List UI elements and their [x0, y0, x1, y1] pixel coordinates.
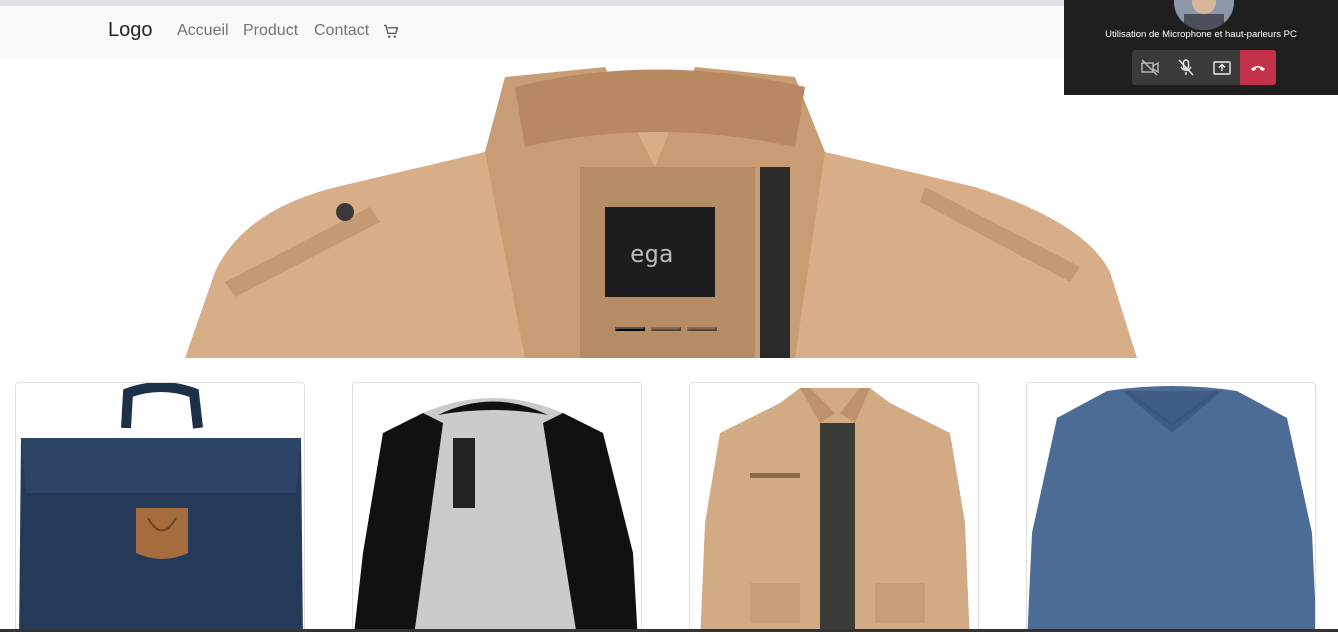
hang-up-button[interactable]	[1240, 50, 1276, 85]
product-image-jacket	[700, 388, 970, 632]
product-card-backpack[interactable]	[15, 382, 305, 632]
nav-link-accueil[interactable]: Accueil	[177, 22, 229, 40]
brand-logo[interactable]: Logo	[108, 19, 153, 42]
mic-off-icon	[1178, 59, 1194, 76]
product-card-sweater[interactable]	[1026, 382, 1316, 632]
product-image-henley	[354, 398, 638, 632]
share-screen-icon	[1213, 61, 1231, 75]
carousel: ega	[0, 57, 1338, 358]
share-screen-button[interactable]	[1204, 50, 1240, 85]
product-image-backpack	[19, 383, 303, 632]
camera-off-icon	[1141, 59, 1159, 76]
cart-icon[interactable]	[384, 24, 399, 39]
hang-up-icon	[1251, 66, 1265, 71]
nav-link-product[interactable]: Product	[243, 22, 298, 40]
product-card-henley[interactable]	[352, 382, 642, 632]
product-image-sweater	[1027, 386, 1315, 632]
camera-off-button[interactable]	[1132, 50, 1168, 85]
carousel-slide-image: ega	[185, 57, 1137, 358]
carousel-indicator-3[interactable]	[687, 327, 717, 331]
mic-off-button[interactable]	[1168, 50, 1204, 85]
call-status-text: Utilisation de Microphone et haut-parleu…	[1105, 29, 1297, 40]
carousel-indicator-1[interactable]	[615, 327, 645, 331]
product-card-jacket[interactable]	[689, 382, 979, 632]
carousel-indicator-2[interactable]	[651, 327, 681, 331]
call-widget: Utilisation de Microphone et haut-parleu…	[1064, 0, 1338, 95]
svg-text:ega: ega	[630, 240, 673, 268]
nav-link-contact[interactable]: Contact	[314, 22, 369, 40]
avatar	[1174, 0, 1234, 30]
